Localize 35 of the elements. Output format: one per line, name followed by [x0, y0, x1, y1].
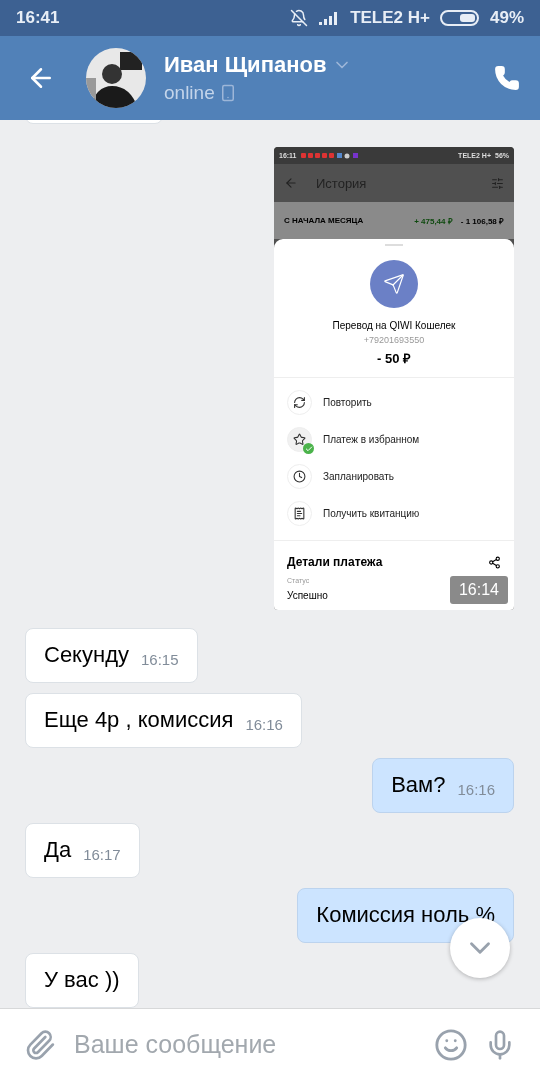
message-text: Да: [44, 836, 72, 863]
action-label: Запланировать: [323, 471, 394, 483]
battery-icon: [439, 9, 480, 27]
message-text: Еще 4р , комиссия: [44, 706, 234, 733]
payment-title: Перевод на QIWI Кошелек: [332, 320, 456, 332]
message-text: Вам?: [391, 771, 446, 798]
message-text: Секунду: [44, 641, 129, 668]
period-label: С НАЧАЛА МЕСЯЦА: [284, 216, 365, 226]
income-amount: + 475,44 ₽: [414, 216, 453, 227]
message-time: 16:16: [245, 715, 283, 733]
phone-number: +79201693550: [363, 335, 425, 346]
call-button[interactable]: [494, 65, 520, 91]
mute-icon: [290, 9, 309, 27]
online-status: online: [164, 82, 215, 104]
send-icon: [370, 260, 418, 309]
payment-amount: - 50 ₽: [377, 350, 411, 368]
carrier-label: TELE2 H+: [350, 8, 430, 28]
action-label: Повторить: [323, 397, 372, 409]
message-text: У вас )): [44, 967, 120, 994]
status-value: Успешно: [287, 590, 329, 602]
emoji-button[interactable]: [434, 1027, 468, 1062]
clock-time: 16:41: [16, 8, 60, 28]
action-label: Платеж в избранном: [323, 434, 420, 446]
section-title: Детали платежа: [287, 555, 383, 570]
filter-icon: [491, 176, 504, 190]
message-time: 16:16: [457, 780, 495, 798]
battery-percent: 49%: [489, 8, 524, 28]
message-time: 16:15: [141, 650, 179, 668]
message-time: 16:17: [83, 845, 121, 863]
attach-button[interactable]: [24, 1028, 56, 1061]
expense-amount: - 1 106,58 ₽: [460, 216, 504, 227]
action-label: Получить квитанцию: [323, 508, 420, 520]
share-icon: [488, 555, 501, 569]
contact-name: Иван Щипанов: [164, 52, 327, 78]
message-input[interactable]: Ваше сообщение: [72, 1029, 418, 1060]
